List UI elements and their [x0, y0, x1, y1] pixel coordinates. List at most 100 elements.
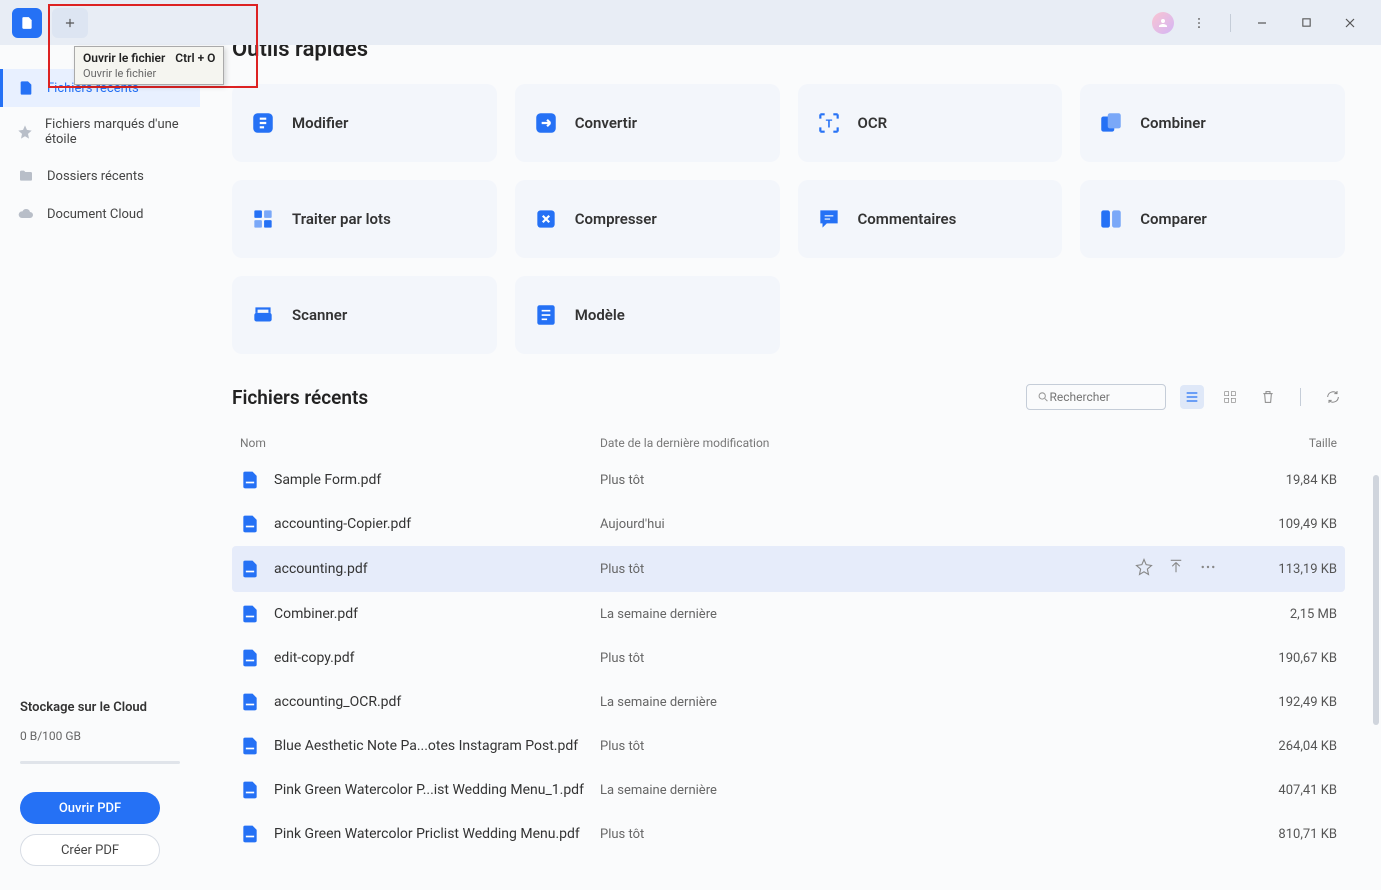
file-list: Sample Form.pdfPlus tôt19,84 KBaccountin…	[232, 458, 1345, 856]
file-row[interactable]: accounting_OCR.pdfLa semaine dernière192…	[232, 680, 1345, 724]
file-row[interactable]: Blue Aesthetic Note Pa...otes Instagram …	[232, 724, 1345, 768]
divider	[1300, 388, 1301, 406]
sidebar-item-recent-folders[interactable]: Dossiers récents	[0, 157, 200, 195]
tooltip-title: Ouvrir le fichier	[83, 51, 165, 65]
file-date: Plus tôt	[600, 473, 1237, 488]
search-input[interactable]	[1050, 390, 1155, 404]
table-header: Nom Date de la dernière modification Tai…	[232, 428, 1345, 458]
convert-icon	[533, 110, 559, 136]
file-date: Plus tôt	[600, 562, 1135, 577]
minimize-button[interactable]	[1243, 8, 1281, 38]
app-logo[interactable]	[12, 8, 42, 38]
grid-view-button[interactable]	[1218, 385, 1242, 409]
svg-text:T: T	[825, 117, 832, 130]
pdf-file-icon	[240, 692, 260, 712]
folder-icon	[17, 167, 35, 185]
column-date: Date de la dernière modification	[600, 436, 1237, 450]
comment-icon	[816, 206, 842, 232]
sidebar-item-document-cloud[interactable]: Document Cloud	[0, 195, 200, 233]
file-icon	[17, 79, 35, 97]
divider	[1230, 14, 1231, 32]
close-button[interactable]	[1331, 8, 1369, 38]
file-name: Pink Green Watercolor Priclist Wedding M…	[274, 826, 600, 842]
tools-grid: Modifier Convertir T OCR Combiner Traite…	[232, 84, 1345, 354]
file-size: 192,49 KB	[1237, 695, 1337, 710]
file-row[interactable]: accounting-Copier.pdfAujourd'hui109,49 K…	[232, 502, 1345, 546]
file-row[interactable]: Combiner.pdfLa semaine dernière2,15 MB	[232, 592, 1345, 636]
cloud-storage-usage: 0 B/100 GB	[20, 729, 180, 743]
list-view-button[interactable]	[1180, 385, 1204, 409]
tool-convert[interactable]: Convertir	[515, 84, 780, 162]
user-avatar[interactable]	[1152, 12, 1174, 34]
maximize-button[interactable]	[1287, 8, 1325, 38]
file-date: Plus tôt	[600, 739, 1237, 754]
file-name: Pink Green Watercolor P...ist Wedding Me…	[274, 782, 600, 798]
edit-icon	[250, 110, 276, 136]
tool-label: Convertir	[575, 114, 637, 132]
file-row[interactable]: edit-copy.pdfPlus tôt190,67 KB	[232, 636, 1345, 680]
recent-files-title: Fichiers récents	[232, 386, 368, 409]
tool-label: Modèle	[575, 306, 625, 324]
file-size: 109,49 KB	[1237, 517, 1337, 532]
tool-label: Modifier	[292, 114, 348, 132]
quick-tools-title: Outils rapides	[232, 45, 1345, 62]
tool-label: OCR	[858, 114, 888, 132]
star-icon[interactable]	[1135, 558, 1153, 580]
pdf-file-icon	[240, 648, 260, 668]
open-pdf-button[interactable]: Ouvrir PDF	[20, 792, 160, 824]
scrollbar[interactable]	[1373, 475, 1379, 725]
ocr-icon: T	[816, 110, 842, 136]
more-icon[interactable]	[1199, 558, 1217, 580]
file-name: Sample Form.pdf	[274, 472, 600, 488]
tool-scanner[interactable]: Scanner	[232, 276, 497, 354]
new-tab-button[interactable]	[52, 8, 88, 38]
file-name: accounting.pdf	[274, 561, 600, 577]
user-icon	[1157, 17, 1169, 29]
file-date: Plus tôt	[600, 827, 1237, 842]
more-menu-button[interactable]	[1180, 8, 1218, 38]
pdf-logo-icon	[20, 16, 34, 30]
pdf-file-icon	[240, 604, 260, 624]
tool-ocr[interactable]: T OCR	[798, 84, 1063, 162]
tool-compare[interactable]: Comparer	[1080, 180, 1345, 258]
scanner-icon	[250, 302, 276, 328]
delete-button[interactable]	[1256, 385, 1280, 409]
tool-modify[interactable]: Modifier	[232, 84, 497, 162]
file-row[interactable]: Sample Form.pdfPlus tôt19,84 KB	[232, 458, 1345, 502]
file-row[interactable]: Pink Green Watercolor Priclist Wedding M…	[232, 812, 1345, 856]
file-size: 190,67 KB	[1237, 651, 1337, 666]
file-row[interactable]: Pink Green Watercolor P...ist Wedding Me…	[232, 768, 1345, 812]
create-pdf-button[interactable]: Créer PDF	[20, 834, 160, 866]
pdf-file-icon	[240, 780, 260, 800]
sidebar-item-label: Fichiers marqués d'une étoile	[45, 117, 186, 147]
tool-template[interactable]: Modèle	[515, 276, 780, 354]
search-box[interactable]	[1026, 384, 1166, 410]
tool-combine[interactable]: Combiner	[1080, 84, 1345, 162]
refresh-icon	[1325, 389, 1341, 405]
file-date: Aujourd'hui	[600, 517, 1237, 532]
tool-label: Compresser	[575, 210, 657, 228]
file-size: 113,19 KB	[1237, 562, 1337, 577]
trash-icon	[1260, 389, 1276, 405]
cloud-icon	[17, 205, 35, 223]
file-row[interactable]: accounting.pdfPlus tôt 113,19 KB	[232, 546, 1345, 592]
minimize-icon	[1256, 17, 1268, 29]
upload-icon[interactable]	[1167, 558, 1185, 580]
file-name: edit-copy.pdf	[274, 650, 600, 666]
pdf-file-icon	[240, 470, 260, 490]
file-size: 810,71 KB	[1237, 827, 1337, 842]
column-name: Nom	[240, 436, 600, 450]
refresh-button[interactable]	[1321, 385, 1345, 409]
sidebar: Fichiers récents Fichiers marqués d'une …	[0, 45, 200, 890]
file-date: La semaine dernière	[600, 607, 1237, 622]
tool-batch[interactable]: Traiter par lots	[232, 180, 497, 258]
combine-icon	[1098, 110, 1124, 136]
file-size: 2,15 MB	[1237, 607, 1337, 622]
pdf-file-icon	[240, 736, 260, 756]
sidebar-item-starred[interactable]: Fichiers marqués d'une étoile	[0, 107, 200, 157]
tool-compress[interactable]: Compresser	[515, 180, 780, 258]
tooltip-subtitle: Ouvrir le fichier	[83, 67, 215, 80]
file-size: 19,84 KB	[1237, 473, 1337, 488]
file-date: Plus tôt	[600, 651, 1237, 666]
tool-comments[interactable]: Commentaires	[798, 180, 1063, 258]
